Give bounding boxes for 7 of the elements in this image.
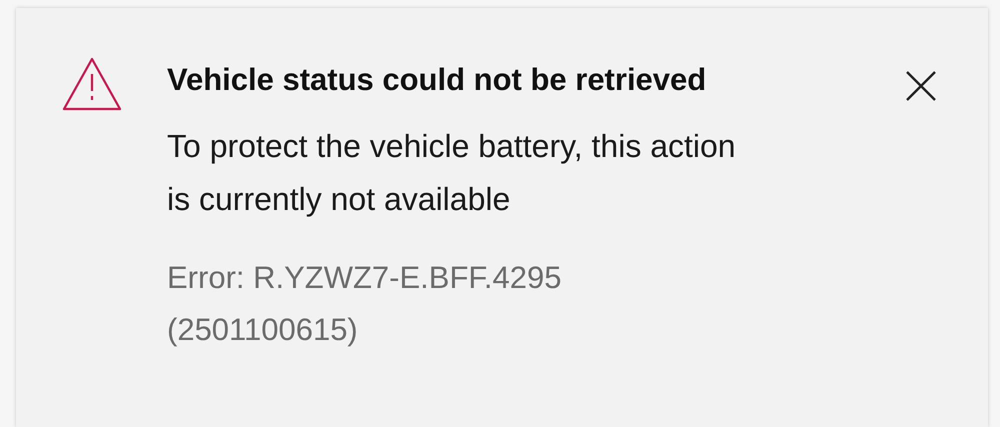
message-text: To protect the vehicle battery, this action: [167, 127, 737, 166]
close-button[interactable]: [904, 69, 938, 103]
error-code: Error: R.YZWZ7-E.BFF.4295: [167, 259, 562, 298]
dialog-title: Vehicle status could not be retrieved: [167, 61, 708, 98]
warning-icon: [62, 57, 122, 111]
message-text: is currently not available: [167, 180, 512, 220]
error-code: (2501100615): [167, 311, 359, 350]
